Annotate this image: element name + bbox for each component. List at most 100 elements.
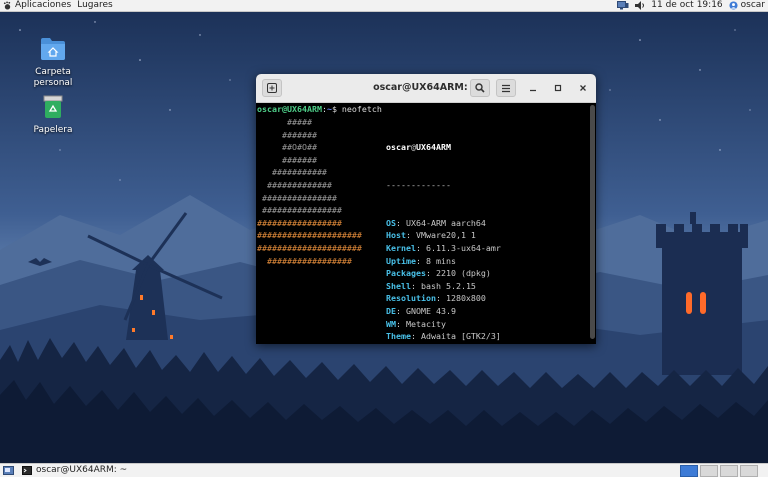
clock[interactable]: 11 de oct 19:16 — [651, 0, 722, 11]
clock-date: 11 de oct — [651, 0, 693, 11]
logo-line: ################# — [257, 255, 362, 268]
prompt-command: neofetch — [337, 104, 382, 114]
terminal-window[interactable]: oscar@UX64ARM: ~ oscar@UX64ARM:~$ neofet… — [256, 74, 596, 344]
logo-line: ##################### — [257, 242, 362, 255]
terminal-icon — [22, 466, 32, 475]
info-row: Shell: bash 5.2.15 — [386, 280, 541, 293]
info-key: Host — [386, 230, 406, 240]
logo-line: ############### — [257, 192, 362, 205]
logo-line: ##################### — [257, 229, 362, 242]
trash-icon — [41, 95, 65, 119]
desktop-icon-home-label-2: personal — [23, 78, 83, 89]
info-colon: : — [396, 319, 406, 329]
info-key: Theme — [386, 331, 411, 341]
logo-line: ##O#O## — [257, 141, 362, 154]
applications-menu[interactable]: Aplicaciones — [3, 0, 71, 11]
applications-label: Aplicaciones — [15, 0, 71, 11]
workspace-4[interactable] — [740, 465, 758, 477]
gnome-foot-icon — [3, 1, 12, 10]
info-key: DE — [386, 306, 396, 316]
home-folder-icon — [40, 37, 66, 61]
show-desktop-icon[interactable] — [3, 466, 14, 475]
info-row: DE: GNOME 43.9 — [386, 305, 541, 318]
bottom-panel: oscar@UX64ARM: ~ — [0, 463, 768, 477]
info-key: Packages — [386, 268, 426, 278]
neofetch-logo: ##### ####### ##O#O## ####### ##########… — [257, 116, 362, 267]
info-row: Resolution: 1280x800 — [386, 292, 541, 305]
close-icon — [579, 84, 587, 92]
info-value: UX64-ARM aarch64 — [406, 218, 486, 228]
info-value: Metacity — [406, 319, 446, 329]
places-label: Lugares — [77, 0, 113, 11]
user-label: oscar — [741, 0, 765, 11]
info-separator: ------------- — [386, 179, 541, 192]
info-row: Theme: Adwaita [GTK2/3] — [386, 330, 541, 343]
info-value: 1280x800 — [446, 293, 486, 303]
desktop-icon-home[interactable]: Carpeta personal — [23, 37, 83, 89]
info-key: Shell — [386, 281, 411, 291]
info-colon: : — [411, 331, 421, 341]
info-rows: OS: UX64-ARM aarch64Host: VMware20,1 1Ke… — [386, 217, 541, 344]
new-tab-icon — [267, 83, 277, 93]
info-row: Packages: 2210 (dpkg) — [386, 267, 541, 280]
info-value: bash 5.2.15 — [421, 281, 476, 291]
network-icon[interactable] — [617, 1, 629, 10]
info-header-host: UX64ARM — [416, 142, 451, 152]
info-colon: : — [396, 306, 406, 316]
info-key: Kernel — [386, 243, 416, 253]
logo-line: ################ — [257, 204, 362, 217]
menu-button[interactable] — [496, 79, 516, 97]
info-row: Kernel: 6.11.3-ux64-amr — [386, 242, 541, 255]
info-header-user: oscar — [386, 142, 411, 152]
workspace-2[interactable] — [700, 465, 718, 477]
info-value: GNOME 43.9 — [406, 306, 456, 316]
search-button[interactable] — [470, 79, 490, 97]
maximize-button[interactable] — [551, 81, 565, 95]
info-colon: : — [436, 293, 446, 303]
info-colon: : — [406, 230, 416, 240]
places-menu[interactable]: Lugares — [77, 0, 113, 11]
user-icon — [729, 1, 738, 10]
info-key: Uptime — [386, 256, 416, 266]
logo-line: ####### — [257, 154, 362, 167]
info-value: 2210 (dpkg) — [436, 268, 491, 278]
logo-line: ##### — [257, 116, 362, 129]
info-key: WM — [386, 319, 396, 329]
taskbar-item-terminal[interactable]: oscar@UX64ARM: ~ — [22, 464, 127, 477]
taskbar-item-label: oscar@UX64ARM: ~ — [36, 464, 127, 477]
terminal-output[interactable]: oscar@UX64ARM:~$ neofetch ##### ####### … — [256, 103, 588, 344]
info-row: WM: Metacity — [386, 318, 541, 331]
info-colon: : — [426, 268, 436, 278]
clock-time: 19:16 — [697, 0, 723, 11]
search-icon — [475, 83, 485, 93]
info-value: 6.11.3-ux64-amr — [426, 243, 501, 253]
info-key: Resolution — [386, 293, 436, 303]
workspace-1[interactable] — [680, 465, 698, 477]
workspace-3[interactable] — [720, 465, 738, 477]
info-row: Icons: Adwaita [GTK2/3] — [386, 343, 541, 344]
close-button[interactable] — [576, 81, 590, 95]
maximize-icon — [554, 84, 562, 92]
user-menu[interactable]: oscar — [729, 0, 765, 11]
desktop-icon-home-label-1: Carpeta — [23, 67, 83, 78]
info-value: 8 mins — [426, 256, 456, 266]
terminal-scrollbar[interactable] — [590, 105, 595, 339]
info-row: OS: UX64-ARM aarch64 — [386, 217, 541, 230]
info-value: Adwaita [GTK2/3] — [421, 331, 501, 341]
desktop-icon-trash-label: Papelera — [23, 125, 83, 136]
hamburger-menu-icon — [501, 84, 511, 93]
new-tab-button[interactable] — [262, 79, 282, 97]
minimize-icon — [529, 84, 537, 92]
info-value: VMware20,1 1 — [416, 230, 476, 240]
info-colon: : — [416, 243, 426, 253]
minimize-button[interactable] — [526, 81, 540, 95]
logo-line: ############# — [257, 179, 362, 192]
logo-line: ####### — [257, 129, 362, 142]
prompt-user: oscar@UX64ARM — [257, 104, 322, 114]
info-header: oscar@UX64ARM — [386, 141, 541, 154]
volume-icon[interactable] — [635, 1, 645, 10]
info-row: Uptime: 8 mins — [386, 255, 541, 268]
logo-line: ################# — [257, 217, 362, 230]
desktop-icon-trash[interactable]: Papelera — [23, 95, 83, 136]
terminal-titlebar[interactable]: oscar@UX64ARM: ~ — [256, 74, 596, 103]
